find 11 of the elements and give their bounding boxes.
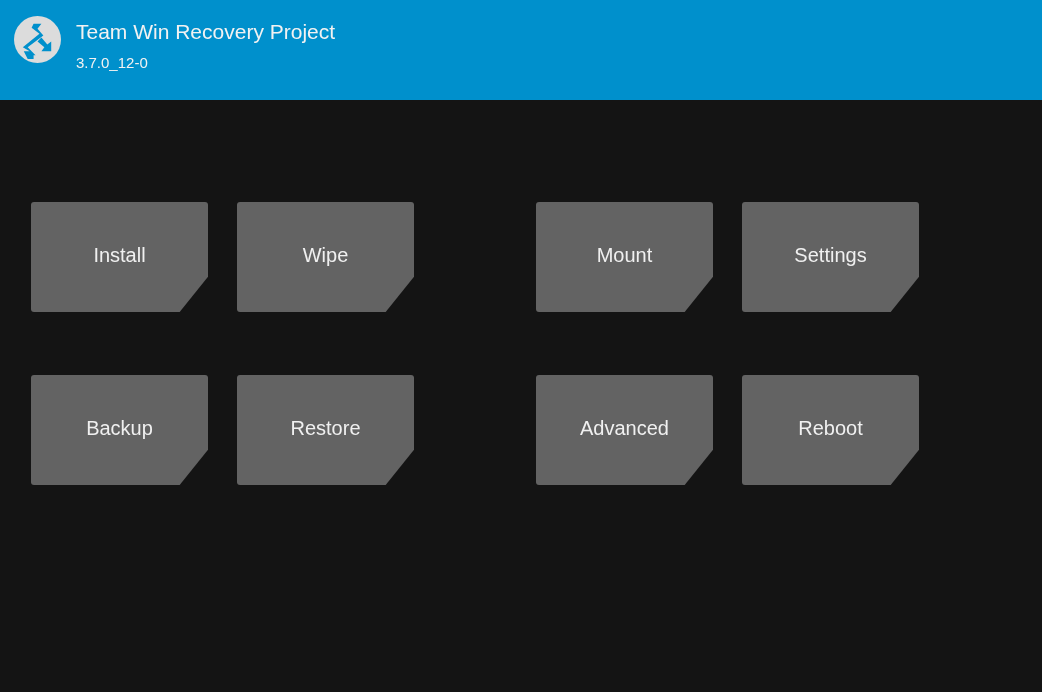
logo-icon [14, 16, 61, 63]
menu-button[interactable]: Backup [31, 375, 208, 485]
menu-button[interactable]: Advanced [536, 375, 713, 485]
menu-button[interactable]: Wipe [237, 202, 414, 312]
menu-button[interactable]: Mount [536, 202, 713, 312]
menu-button[interactable]: Settings [742, 202, 919, 312]
menu-button[interactable]: Reboot [742, 375, 919, 485]
menu-button[interactable]: Restore [237, 375, 414, 485]
app-title: Team Win Recovery Project [76, 19, 336, 45]
menu-button[interactable]: Install [31, 202, 208, 312]
version-label: 3.7.0_12-0 [76, 53, 149, 73]
